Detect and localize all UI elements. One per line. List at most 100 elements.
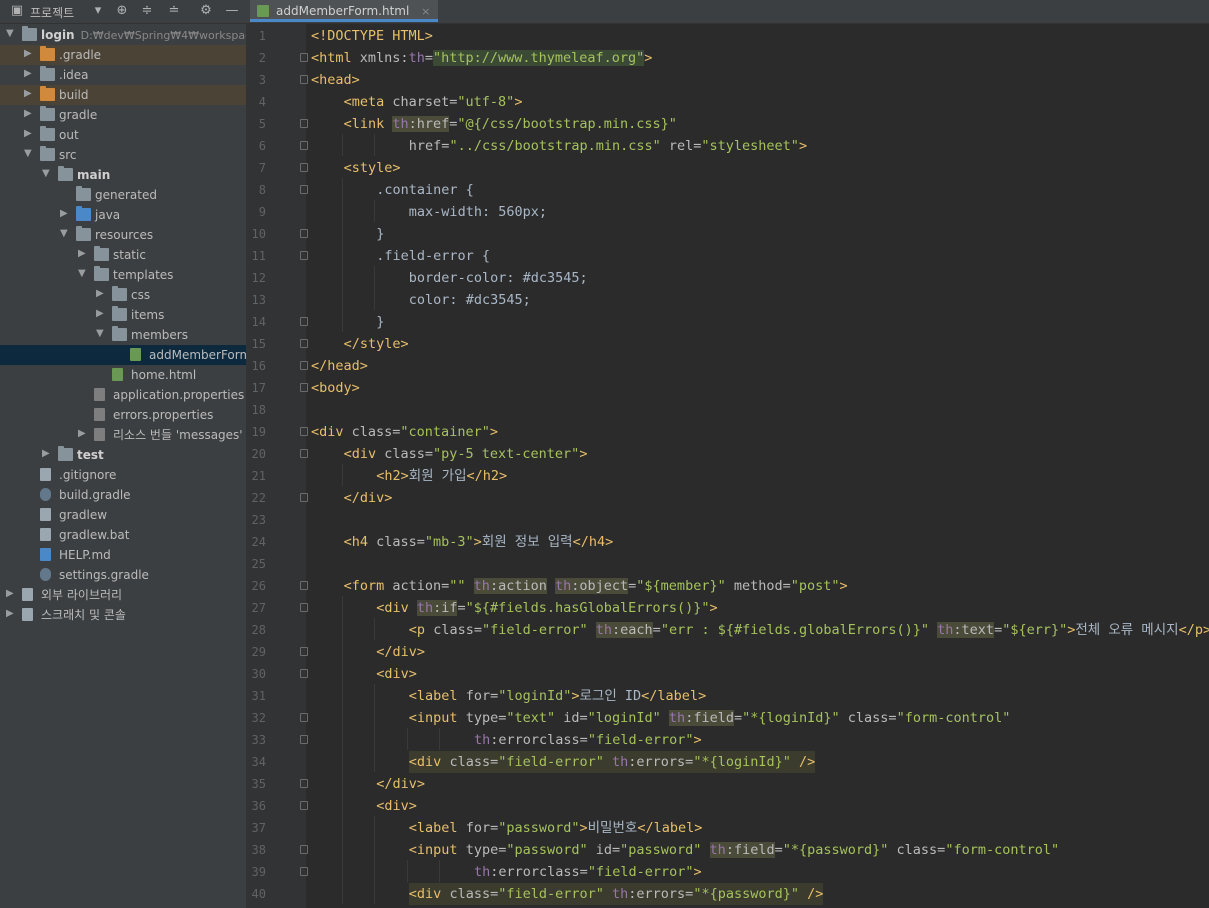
code-editor[interactable]: <!DOCTYPE HTML> <html xmlns:th="http://ww… [311, 24, 1209, 908]
locate-icon[interactable]: ⊕ [114, 3, 130, 19]
tree-item[interactable]: .gitignore [0, 465, 246, 485]
fold-marker-icon[interactable] [300, 735, 308, 744]
fold-marker-icon[interactable] [300, 185, 308, 194]
tree-item[interactable]: application.properties [0, 385, 246, 405]
chevron-right-icon[interactable]: ▶ [60, 207, 70, 221]
fold-marker-icon[interactable] [300, 383, 308, 392]
chevron-down-icon[interactable]: ▾ [90, 3, 106, 19]
tab-addmemberform[interactable]: addMemberForm.html × [250, 0, 439, 22]
tree-item[interactable]: build.gradle [0, 485, 246, 505]
fold-marker-icon[interactable] [300, 251, 308, 260]
chevron-down-icon[interactable]: ▼ [6, 27, 16, 41]
code-token: "field-error" [481, 622, 596, 638]
chevron-right-icon[interactable]: ▶ [24, 87, 34, 101]
fold-marker-icon[interactable] [300, 845, 308, 854]
chevron-right-icon[interactable]: ▶ [24, 67, 34, 81]
fold-marker-icon[interactable] [300, 779, 308, 788]
fold-marker-icon[interactable] [300, 53, 308, 62]
fold-marker-icon[interactable] [300, 317, 308, 326]
tree-item[interactable]: ▼ loginD:₩dev₩Spring₩4₩workspace₩ [0, 25, 246, 45]
tree-item[interactable]: ▶ build [0, 85, 246, 105]
collapse-all-icon[interactable]: ≐ [166, 3, 182, 19]
fold-marker-icon[interactable] [300, 119, 308, 128]
line-number: 12 [251, 271, 266, 285]
fold-marker-icon[interactable] [300, 427, 308, 436]
code-token: <label [408, 820, 466, 836]
tree-item[interactable]: addMemberForm. [0, 345, 246, 365]
chevron-down-icon[interactable]: ▼ [60, 227, 70, 241]
tree-item[interactable]: ▶ 스크래치 및 콘솔 [0, 605, 246, 625]
project-view-icon[interactable]: ▣ [9, 3, 25, 19]
tree-item[interactable]: ▶ .idea [0, 65, 246, 85]
chevron-down-icon[interactable]: ▼ [24, 147, 34, 161]
fold-marker-icon[interactable] [300, 75, 308, 84]
gear-icon[interactable]: ⚙ [198, 3, 214, 19]
tree-item[interactable]: ▼ members [0, 325, 246, 345]
code-token: > [579, 446, 588, 462]
fold-marker-icon[interactable] [300, 669, 308, 678]
tree-item[interactable]: home.html [0, 365, 246, 385]
folder-icon [94, 266, 109, 281]
indent-guide [374, 860, 376, 882]
gitignore-file-icon [40, 468, 51, 481]
fold-marker-icon[interactable] [300, 339, 308, 348]
chevron-down-icon[interactable]: ▼ [96, 327, 106, 341]
tree-item[interactable]: ▶ gradle [0, 105, 246, 125]
fold-marker-icon[interactable] [300, 493, 308, 502]
chevron-right-icon[interactable]: ▶ [96, 287, 106, 301]
chevron-down-icon[interactable]: ▼ [42, 167, 52, 181]
line-number: 14 [251, 315, 266, 329]
chevron-right-icon[interactable]: ▶ [78, 247, 88, 261]
tree-item[interactable]: ▼ src [0, 145, 246, 165]
tree-item[interactable]: errors.properties [0, 405, 246, 425]
chevron-right-icon[interactable]: ▶ [78, 427, 88, 441]
close-icon[interactable]: × [421, 5, 430, 18]
tree-item[interactable]: settings.gradle [0, 565, 246, 585]
tree-item[interactable]: ▶ static [0, 245, 246, 265]
code-token: "field-error" [498, 754, 613, 770]
tree-item[interactable]: ▼ main [0, 165, 246, 185]
fold-marker-icon[interactable] [300, 449, 308, 458]
tree-item[interactable]: ▶ items [0, 305, 246, 325]
fold-marker-icon[interactable] [300, 581, 308, 590]
tree-item[interactable]: generated [0, 185, 246, 205]
tree-item[interactable]: gradlew [0, 505, 246, 525]
indent-guide [341, 464, 343, 486]
fold-marker-icon[interactable] [300, 361, 308, 370]
fold-marker-icon[interactable] [300, 163, 308, 172]
expand-all-icon[interactable]: ≑ [139, 3, 155, 19]
fold-marker-icon[interactable] [300, 713, 308, 722]
chevron-right-icon[interactable]: ▶ [6, 607, 16, 621]
indent-guide [341, 244, 343, 266]
chevron-right-icon[interactable]: ▶ [6, 587, 16, 601]
tree-item[interactable]: ▼ templates [0, 265, 246, 285]
code-token: "*{loginId}" [742, 710, 848, 726]
fold-marker-icon[interactable] [300, 867, 308, 876]
chevron-right-icon[interactable]: ▶ [24, 107, 34, 121]
tree-item[interactable]: ▶ out [0, 125, 246, 145]
project-panel-title[interactable]: 프로젝트 [30, 4, 74, 21]
tree-item[interactable]: HELP.md [0, 545, 246, 565]
fold-marker-icon[interactable] [300, 647, 308, 656]
chevron-right-icon[interactable]: ▶ [96, 307, 106, 321]
fold-marker-icon[interactable] [300, 229, 308, 238]
tree-item[interactable]: ▶ 외부 라이브러리 [0, 585, 246, 605]
chevron-right-icon[interactable]: ▶ [42, 447, 52, 461]
chevron-down-icon[interactable]: ▼ [78, 267, 88, 281]
minimize-icon[interactable]: — [224, 3, 240, 19]
tree-item[interactable]: ▼ resources [0, 225, 246, 245]
tree-item[interactable]: gradlew.bat [0, 525, 246, 545]
fold-marker-icon[interactable] [300, 603, 308, 612]
fold-marker-icon[interactable] [300, 801, 308, 810]
tree-item[interactable]: ▶ java [0, 205, 246, 225]
tree-item[interactable]: ▶ test [0, 445, 246, 465]
chevron-right-icon[interactable]: ▶ [24, 47, 34, 61]
tree-item[interactable]: ▶ .gradle [0, 45, 246, 65]
chevron-right-icon[interactable]: ▶ [24, 127, 34, 141]
code-token: th [937, 622, 954, 638]
indent-guide [341, 882, 343, 904]
code-token: 회원 가입 [408, 468, 467, 484]
fold-marker-icon[interactable] [300, 141, 308, 150]
tree-item[interactable]: ▶ css [0, 285, 246, 305]
tree-item[interactable]: ▶ 리소스 번들 'messages' [0, 425, 246, 445]
